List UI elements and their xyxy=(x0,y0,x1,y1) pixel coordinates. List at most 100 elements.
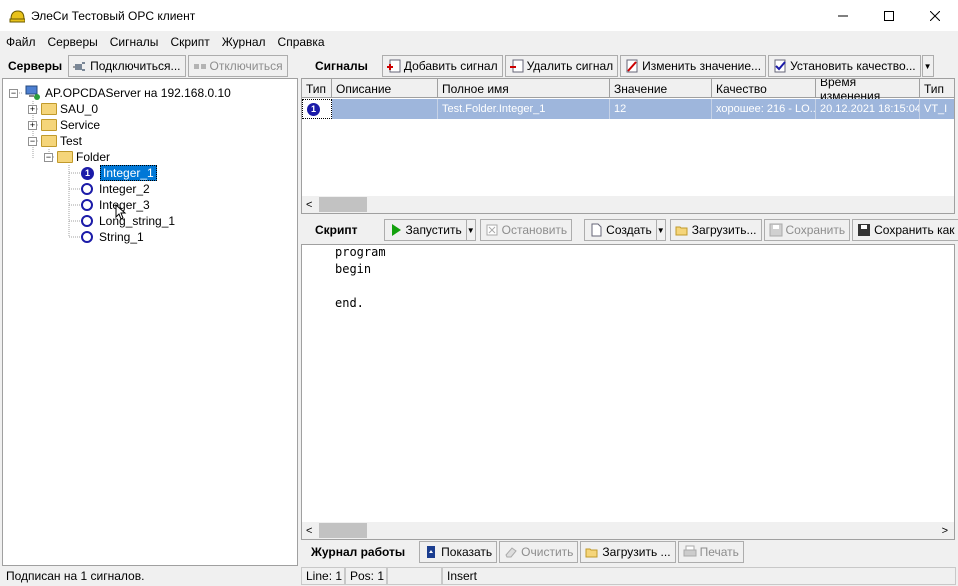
code-line: end. xyxy=(335,296,364,310)
save-as-button[interactable]: Сохранить как ... xyxy=(852,219,958,241)
close-icon xyxy=(930,10,940,21)
signal-active-icon: 1 xyxy=(81,166,94,180)
maximize-button[interactable] xyxy=(866,0,912,31)
create-button[interactable]: Создать xyxy=(584,219,657,241)
collapse-toggle[interactable]: − xyxy=(28,136,37,146)
tree-node-signal[interactable]: String_1 xyxy=(81,229,144,245)
tree-node-signal[interactable]: 1 Integer_1 xyxy=(81,165,157,181)
tree-node-service[interactable]: + Service xyxy=(28,117,100,133)
menu-signals[interactable]: Сигналы xyxy=(104,35,165,49)
signal-icon xyxy=(81,231,93,243)
set-quality-icon xyxy=(774,59,786,73)
scrollbar-thumb[interactable] xyxy=(319,197,367,212)
tree-node-signal[interactable]: Long_string_1 xyxy=(81,213,175,229)
cell-description xyxy=(332,99,438,119)
column-header-description[interactable]: Описание xyxy=(332,79,438,98)
signals-hscrollbar[interactable]: < xyxy=(302,196,954,213)
clear-log-button[interactable]: Очистить xyxy=(499,541,579,563)
scroll-left-icon[interactable]: < xyxy=(306,525,312,537)
status-bar: Подписан на 1 сигналов. Line: 1 Pos: 1 I… xyxy=(0,566,958,586)
script-editor[interactable]: program begin end. < > xyxy=(301,244,955,540)
table-row[interactable]: 1 Test.Folder.Integer_1 12 хорошее: 216 … xyxy=(302,99,954,119)
show-log-button[interactable]: Показать xyxy=(419,541,498,563)
disconnect-button[interactable]: Отключиться xyxy=(187,55,288,77)
tree-label-sau: SAU_0 xyxy=(60,102,99,116)
status-mode: Insert xyxy=(442,567,956,585)
collapse-toggle[interactable]: − xyxy=(44,152,53,162)
menu-file[interactable]: Файл xyxy=(0,35,42,49)
menu-script[interactable]: Скрипт xyxy=(164,35,215,49)
scroll-left-icon[interactable]: < xyxy=(306,199,312,211)
expand-toggle[interactable]: + xyxy=(28,120,37,130)
column-header-time[interactable]: Время изменения xyxy=(816,79,920,103)
stop-button[interactable]: Остановить xyxy=(479,219,573,241)
tree-label-signal: Long_string_1 xyxy=(99,214,176,228)
chevron-down-icon: ▼ xyxy=(656,225,665,235)
log-label: Журнал работы xyxy=(311,545,406,559)
column-header-full-name[interactable]: Полное имя xyxy=(438,79,610,98)
add-signal-button[interactable]: Добавить сигнал xyxy=(381,55,503,77)
signals-grid[interactable]: Тип Описание Полное имя Значение Качеств… xyxy=(301,78,955,214)
edit-value-icon xyxy=(626,59,638,73)
printer-icon xyxy=(683,545,697,557)
disconnect-label: Отключиться xyxy=(209,59,283,73)
column-header-vtype[interactable]: Тип xyxy=(920,79,954,98)
script-toolbar: Скрипт Запустить ▼ Остановить Создать ▼ … xyxy=(301,218,958,242)
change-value-button[interactable]: Изменить значение... xyxy=(620,55,767,77)
set-quality-button[interactable]: Установить качество... xyxy=(768,55,921,77)
remove-signal-icon xyxy=(509,59,524,73)
create-dropdown-toggle[interactable]: ▼ xyxy=(655,219,666,241)
editor-hscrollbar[interactable]: < > xyxy=(302,522,954,539)
close-button[interactable] xyxy=(912,0,958,31)
load-log-label: Загрузить ... xyxy=(602,545,671,559)
new-file-icon xyxy=(591,223,602,237)
tree-node-folder[interactable]: − Folder xyxy=(44,149,110,165)
menu-log[interactable]: Журнал xyxy=(216,35,272,49)
print-button[interactable]: Печать xyxy=(677,541,744,563)
grid-header: Тип Описание Полное имя Значение Качеств… xyxy=(302,79,954,103)
tree-label-signal: Integer_1 xyxy=(100,165,157,181)
minimize-button[interactable] xyxy=(820,0,866,31)
run-button[interactable]: Запустить xyxy=(383,219,467,241)
stop-label: Остановить xyxy=(501,223,568,237)
mouse-cursor-icon xyxy=(115,204,127,220)
cell-value: 12 xyxy=(610,99,712,119)
plug-icon xyxy=(73,62,86,71)
load-log-button[interactable]: Загрузить ... xyxy=(580,541,676,563)
tree-node-sau[interactable]: + SAU_0 xyxy=(28,101,98,117)
tree-node-signal[interactable]: Integer_2 xyxy=(81,181,150,197)
quality-dropdown-toggle[interactable]: ▼ xyxy=(921,55,934,77)
maximize-icon xyxy=(884,10,894,21)
collapse-toggle[interactable]: − xyxy=(9,88,18,98)
scrollbar-thumb[interactable] xyxy=(319,523,367,538)
folder-open-icon xyxy=(57,151,73,163)
folder-icon xyxy=(41,103,57,115)
change-value-label: Изменить значение... xyxy=(642,59,762,73)
play-icon xyxy=(391,224,401,236)
add-signal-icon xyxy=(386,59,401,73)
column-header-quality[interactable]: Качество xyxy=(712,79,816,98)
remove-signal-button[interactable]: Удалить сигнал xyxy=(504,55,619,77)
tree-node-test[interactable]: − Test xyxy=(28,133,82,149)
column-header-value[interactable]: Значение xyxy=(610,79,712,98)
servers-toolbar: Серверы Подключиться... Отключиться xyxy=(2,54,298,78)
menu-help[interactable]: Справка xyxy=(272,35,331,49)
load-script-button[interactable]: Загрузить... xyxy=(669,219,762,241)
connect-button[interactable]: Подключиться... xyxy=(68,55,186,77)
servers-tree[interactable]: − AP.OPCDAServer на 192.168.0.10 + SAU_0… xyxy=(2,78,298,566)
status-pos: Pos: 1 xyxy=(345,567,387,585)
column-header-type[interactable]: Тип xyxy=(302,79,332,98)
title-bar: ЭлеСи Тестовый OPC клиент xyxy=(0,0,958,31)
signals-label: Сигналы xyxy=(315,59,368,73)
run-dropdown-toggle[interactable]: ▼ xyxy=(465,219,476,241)
folder-open-icon xyxy=(41,135,57,147)
save-button[interactable]: Сохранить xyxy=(763,219,851,241)
print-label: Печать xyxy=(699,545,739,559)
tree-node-server[interactable]: − AP.OPCDAServer на 192.168.0.10 xyxy=(9,85,231,101)
scroll-right-icon[interactable]: > xyxy=(942,525,948,537)
status-blank xyxy=(387,567,442,585)
computer-icon xyxy=(25,85,40,100)
show-log-label: Показать xyxy=(441,545,493,559)
menu-servers[interactable]: Серверы xyxy=(42,35,104,49)
expand-toggle[interactable]: + xyxy=(28,104,37,114)
